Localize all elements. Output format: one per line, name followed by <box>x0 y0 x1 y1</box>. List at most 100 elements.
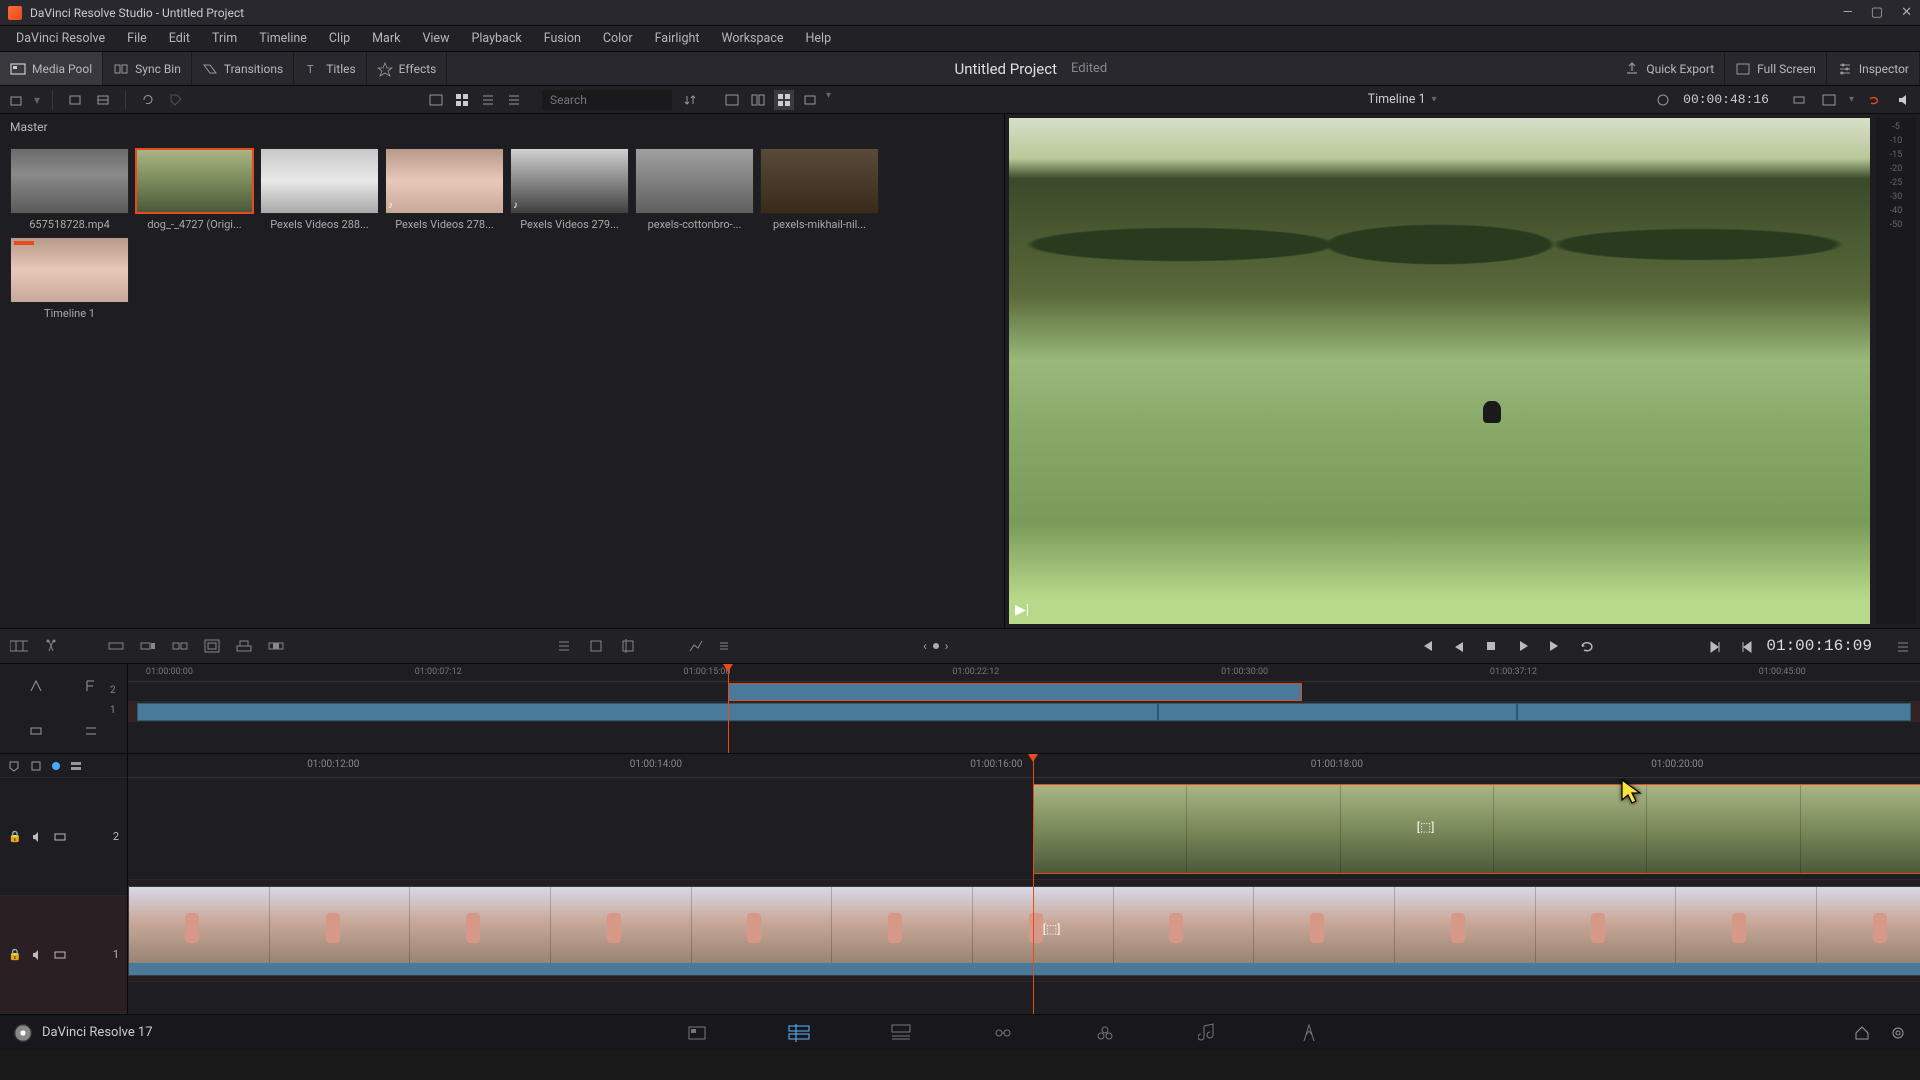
next-edit-icon[interactable]: › <box>945 639 949 653</box>
menu-view[interactable]: View <box>412 28 459 49</box>
list-view-icon[interactable] <box>504 90 524 110</box>
effects-button[interactable]: Effects <box>367 52 448 85</box>
lock-icon[interactable]: 🔒 <box>8 830 22 843</box>
play-reverse-icon[interactable] <box>1450 637 1468 655</box>
menu-fusion[interactable]: Fusion <box>534 28 591 49</box>
quickexport-button[interactable]: Quick Export <box>1614 52 1725 85</box>
split-icon[interactable] <box>42 637 60 655</box>
mini-timeline-tracks[interactable]: 01:00:00:00 01:00:07:12 01:00:15:00 01:0… <box>128 664 1920 753</box>
fusion-page-icon[interactable] <box>992 1022 1014 1044</box>
import-icon[interactable] <box>6 90 26 110</box>
timeline-tool-a-icon[interactable] <box>29 679 43 693</box>
titles-button[interactable]: T Titles <box>294 52 366 85</box>
sort-icon[interactable] <box>680 90 700 110</box>
color-page-icon[interactable] <box>1094 1022 1116 1044</box>
menu-help[interactable]: Help <box>796 28 842 49</box>
fairlight-page-icon[interactable] <box>1196 1022 1218 1044</box>
inspector-button[interactable]: Inspector <box>1827 52 1920 85</box>
clip-item[interactable]: Pexels Videos 288... <box>260 148 379 231</box>
refresh-icon[interactable] <box>138 90 158 110</box>
clip-item[interactable]: pexels-cottonbro-... <box>635 148 754 231</box>
clip-item[interactable]: 657518728.mp4 <box>10 148 129 231</box>
source-overwrite-icon[interactable] <box>267 637 285 655</box>
single-viewer-icon[interactable] <box>722 90 742 110</box>
mediapool-button[interactable]: Media Pool <box>0 52 103 85</box>
bin-list-icon[interactable] <box>93 90 113 110</box>
metadata-view-icon[interactable] <box>426 90 446 110</box>
menu-playback[interactable]: Playback <box>461 28 531 49</box>
ripple-overwrite-icon[interactable] <box>171 637 189 655</box>
speaker-icon[interactable] <box>32 949 44 961</box>
timeline-clip[interactable]: [⬚] <box>128 886 1920 976</box>
menu-mark[interactable]: Mark <box>362 28 410 49</box>
next-marker-icon[interactable] <box>1706 637 1724 655</box>
menu-trim[interactable]: Trim <box>202 28 247 49</box>
fullscreen-button[interactable]: Full Screen <box>1725 52 1827 85</box>
main-playhead[interactable] <box>1033 754 1034 1014</box>
timeline-tool-d-icon[interactable] <box>84 724 98 738</box>
search-input[interactable] <box>542 90 672 110</box>
video-track-2[interactable]: [⬚] <box>128 778 1920 880</box>
menu-timeline[interactable]: Timeline <box>249 28 317 49</box>
jump-last-icon[interactable] <box>1546 637 1564 655</box>
prev-edit-icon[interactable]: ‹ <box>923 639 927 653</box>
prev-marker-icon[interactable] <box>1738 637 1756 655</box>
dual-viewer-icon[interactable] <box>748 90 768 110</box>
closeup-icon[interactable] <box>203 637 221 655</box>
close-button[interactable]: ✕ <box>1901 5 1912 20</box>
transform-icon[interactable] <box>587 637 605 655</box>
home-icon[interactable] <box>1854 1025 1870 1041</box>
bin-add-icon[interactable] <box>65 90 85 110</box>
strip-view-icon[interactable] <box>478 90 498 110</box>
grid-viewer-icon[interactable] <box>774 90 794 110</box>
smart-insert-icon[interactable] <box>107 637 125 655</box>
video-track-1[interactable]: [⬚] <box>128 880 1920 982</box>
append-icon[interactable] <box>139 637 157 655</box>
mini-clip[interactable] <box>728 683 1301 701</box>
edit-page-icon[interactable] <box>890 1022 912 1044</box>
track-header-v2[interactable]: 🔒 2 <box>0 778 127 896</box>
mini-ruler[interactable]: 01:00:00:00 01:00:07:12 01:00:15:00 01:0… <box>128 664 1920 682</box>
transitions-button[interactable]: Transitions <box>192 52 294 85</box>
video-enable-icon[interactable] <box>54 949 66 961</box>
clip-item[interactable]: Timeline 1 <box>10 237 129 320</box>
video-enable-icon[interactable] <box>54 831 66 843</box>
mini-clip[interactable] <box>1158 703 1516 721</box>
clip-item[interactable]: pexels-mikhail-nil... <box>760 148 879 231</box>
menu-fairlight[interactable]: Fairlight <box>645 28 710 49</box>
timeline-options-icon[interactable] <box>1896 637 1910 655</box>
timeline-tool-c-icon[interactable] <box>29 724 43 738</box>
boring-detector-icon[interactable] <box>10 637 28 655</box>
menu-file[interactable]: File <box>117 28 157 49</box>
deliver-page-icon[interactable] <box>1298 1022 1320 1044</box>
track-view-icon[interactable] <box>70 760 82 772</box>
play-icon[interactable] <box>1514 637 1532 655</box>
tag-icon[interactable] <box>166 90 186 110</box>
viewer-options-icon[interactable] <box>800 90 820 110</box>
menu-clip[interactable]: Clip <box>319 28 360 49</box>
menu-davinciresolve[interactable]: DaVinci Resolve <box>6 28 115 49</box>
mini-track-v2[interactable]: 2 <box>128 682 1920 702</box>
viewer[interactable]: ▶| <box>1009 118 1870 624</box>
clip-item[interactable]: dog_-_4727 (Origi... <box>135 148 254 231</box>
loop-playback-icon[interactable] <box>1578 637 1596 655</box>
timeline-tool-b-icon[interactable] <box>84 679 98 693</box>
main-ruler[interactable]: 01:00:12:00 01:00:14:00 01:00:16:00 01:0… <box>128 754 1920 778</box>
mini-clip[interactable] <box>1517 703 1911 721</box>
clip-item[interactable]: ♪Pexels Videos 278... <box>385 148 504 231</box>
mini-clip[interactable] <box>137 703 1158 721</box>
audio-trim-icon[interactable] <box>715 637 733 655</box>
speaker-icon[interactable] <box>1894 90 1914 110</box>
dynamic-zoom-icon[interactable] <box>687 637 705 655</box>
master-bin-label[interactable]: Master <box>0 114 1004 140</box>
bypass-icon[interactable] <box>1789 90 1809 110</box>
maximize-button[interactable]: ▢ <box>1871 5 1883 20</box>
syncbin-button[interactable]: Sync Bin <box>103 52 192 85</box>
marker-tool-icon[interactable] <box>8 760 20 772</box>
menu-workspace[interactable]: Workspace <box>711 28 793 49</box>
crop-icon[interactable] <box>619 637 637 655</box>
playhead-timecode[interactable]: 01:00:16:09 <box>1766 637 1872 655</box>
lock-icon[interactable]: 🔒 <box>8 948 22 961</box>
loop-icon[interactable] <box>1864 90 1884 110</box>
speaker-icon[interactable] <box>32 831 44 843</box>
